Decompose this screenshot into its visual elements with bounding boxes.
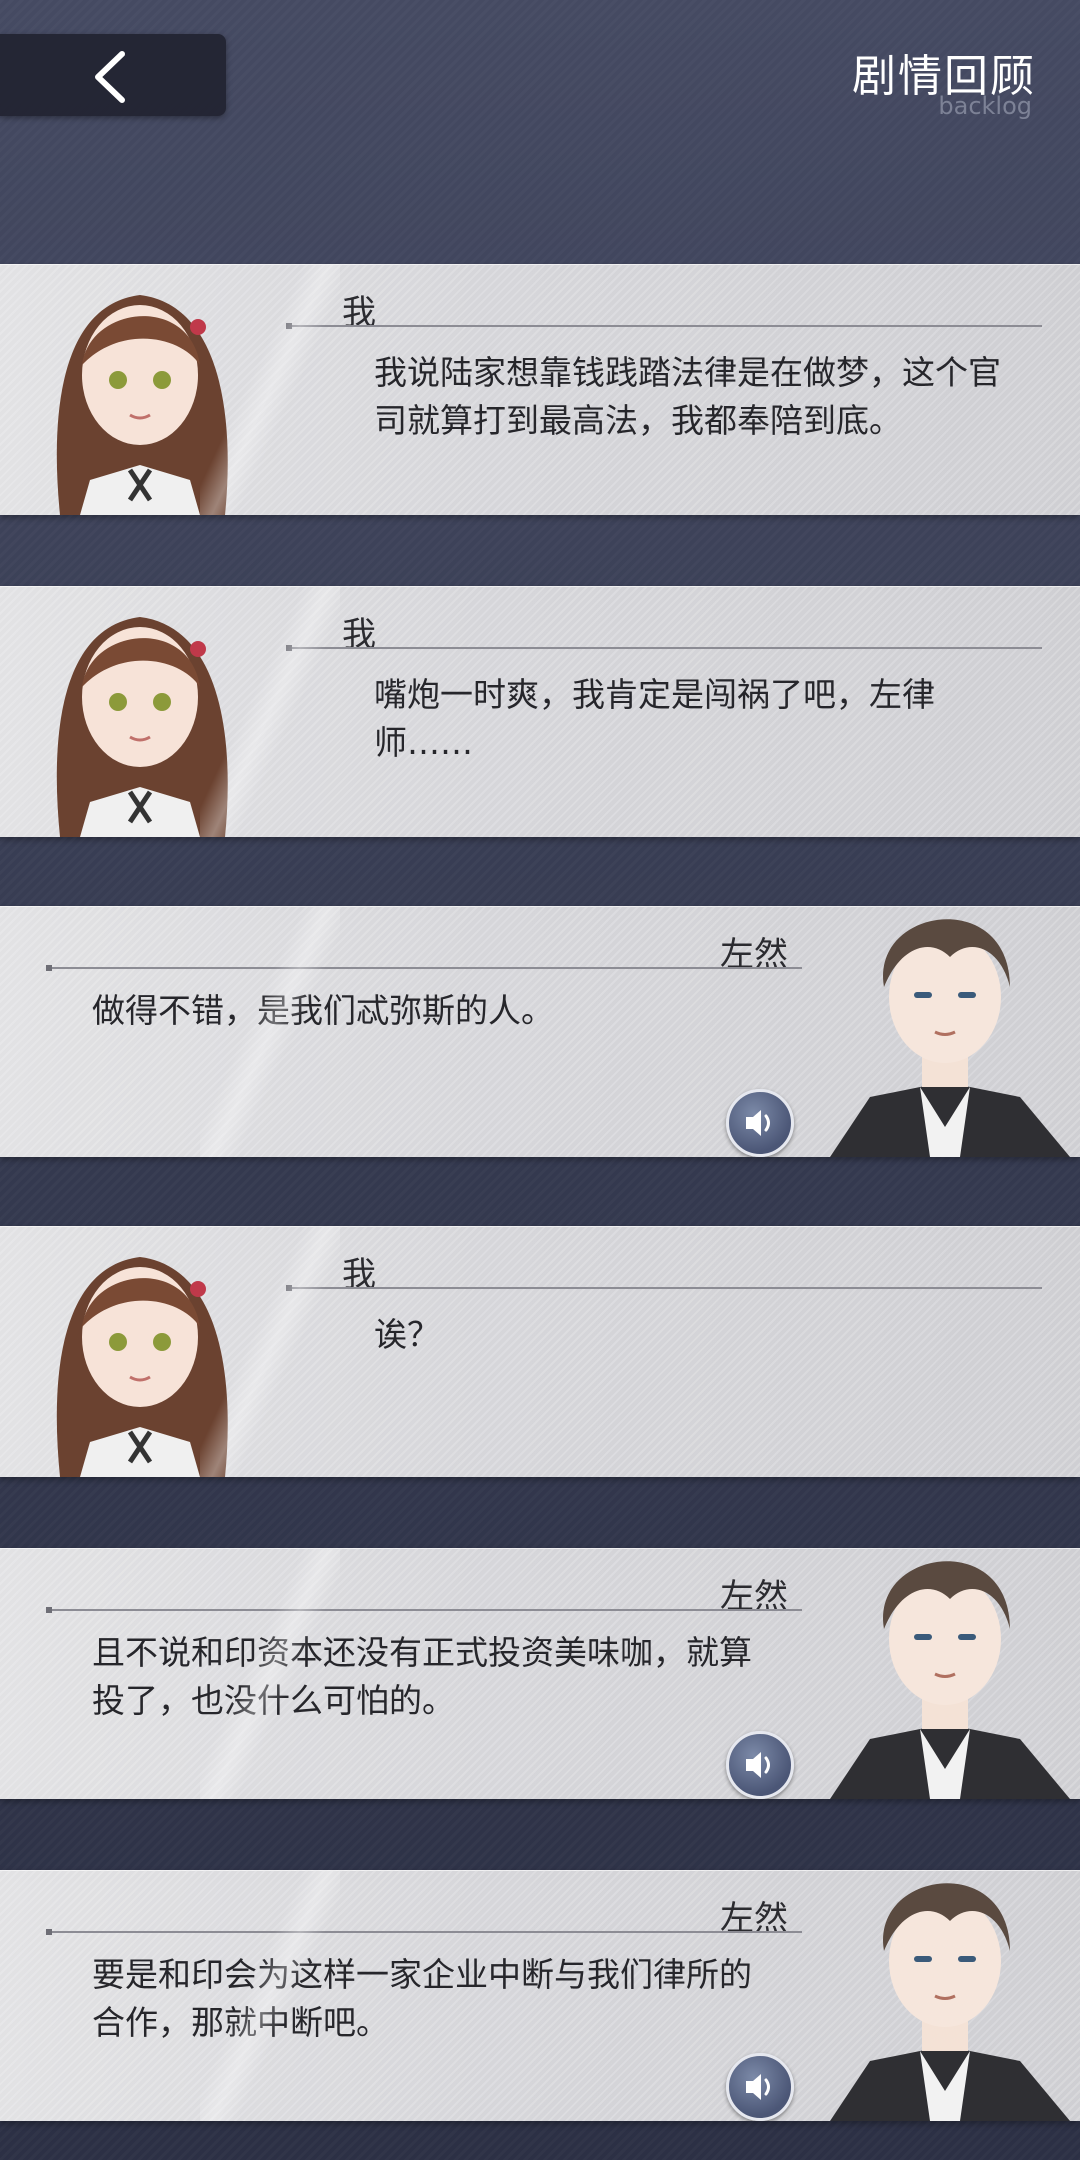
zuoran-avatar	[830, 1561, 1070, 1799]
zuoran-avatar	[830, 1883, 1070, 2121]
heroine-avatar	[56, 1257, 228, 1477]
zuoran-avatar	[830, 919, 1070, 1157]
dialogue-text: 诶？	[374, 1315, 440, 1354]
play-voice-button[interactable]	[726, 2053, 794, 2121]
chevron-left-icon	[95, 51, 125, 103]
backlog-entry: 我 嘴炮一时爽，我肯定是闯祸了吧，左律师……	[0, 586, 1080, 837]
backlog-entry: 左然 做得不错，是我们忒弥斯的人。	[0, 906, 1080, 1157]
speaker-icon	[746, 1110, 770, 1136]
play-voice-button[interactable]	[726, 1731, 794, 1799]
backlog-entry: 我 诶？	[0, 1226, 1080, 1477]
divider-line	[46, 965, 802, 971]
dialogue-text: 且不说和印资本还没有正式投资美味咖，就算投了，也没什么可怕的。	[92, 1633, 752, 1720]
page-subtitle: backlog	[938, 92, 1032, 120]
play-voice-button[interactable]	[726, 1089, 794, 1157]
dialogue-text: 我说陆家想靠钱践踏法律是在做梦，这个官司就算打到最高法，我都奉陪到底。	[374, 353, 1001, 440]
dialogue-text: 嘴炮一时爽，我肯定是闯祸了吧，左律师……	[374, 675, 935, 762]
heroine-avatar	[56, 617, 228, 837]
heroine-avatar	[56, 295, 228, 515]
divider-line	[286, 1285, 1042, 1291]
divider-line	[46, 1929, 802, 1935]
dialogue-text: 做得不错，是我们忒弥斯的人。	[92, 991, 554, 1030]
divider-line	[286, 645, 1042, 651]
divider-line	[286, 323, 1042, 329]
back-button[interactable]	[0, 34, 226, 116]
speaker-icon	[746, 2074, 770, 2100]
dialogue-text: 要是和印会为这样一家企业中断与我们律所的合作，那就中断吧。	[92, 1955, 752, 2042]
divider-line	[46, 1607, 802, 1613]
backlog-entry: 我 我说陆家想靠钱践踏法律是在做梦，这个官司就算打到最高法，我都奉陪到底。	[0, 264, 1080, 515]
backlog-entry: 左然 且不说和印资本还没有正式投资美味咖，就算投了，也没什么可怕的。	[0, 1548, 1080, 1799]
backlog-entry: 左然 要是和印会为这样一家企业中断与我们律所的合作，那就中断吧。	[0, 1870, 1080, 2121]
speaker-icon	[746, 1752, 770, 1778]
